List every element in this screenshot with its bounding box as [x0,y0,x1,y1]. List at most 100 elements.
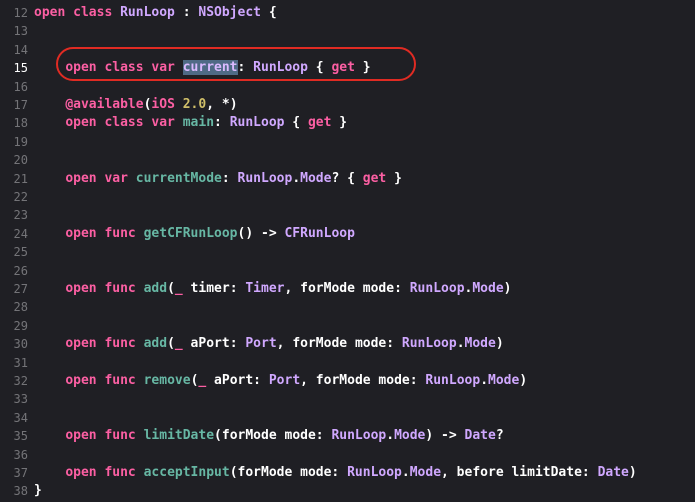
code-line[interactable]: 16 [0,78,695,96]
code-line[interactable]: 34 [0,409,695,427]
code-line[interactable]: 30 open func add(_ aPort: Port, forMode … [0,335,695,353]
code-token: open func [65,428,144,444]
code-token: Port [268,373,301,388]
code-line[interactable]: 33 [0,390,695,408]
code-text[interactable]: open var currentMode: RunLoop.Mode? { ge… [34,170,402,188]
code-line[interactable]: 22 [0,188,695,206]
code-token: Mode [409,465,442,480]
code-token: Date [597,465,629,480]
code-line[interactable]: 36 [0,446,695,464]
code-line[interactable]: 17 @available(iOS 2.0, *) [0,96,695,114]
code-line[interactable]: 32 open func remove(_ aPort: Port, forMo… [0,372,695,390]
code-token: aPort: [206,373,269,388]
code-text[interactable]: open class var main: RunLoop { get } [34,114,347,132]
line-number: 20 [13,153,28,168]
code-token: get [331,60,355,76]
code-text[interactable]: open func remove(_ aPort: Port, forMode … [34,372,527,390]
code-line[interactable]: 12 open class RunLoop : NSObject { [0,4,695,22]
code-token: NSObject [198,5,261,20]
code-token: } [331,115,348,131]
code-token: { [261,5,277,20]
line-number: 30 [13,337,28,352]
code-line[interactable]: 13 [0,22,695,40]
code-token: . [480,373,489,388]
line-number: 32 [13,374,28,388]
code-line[interactable]: 18 open class var main: RunLoop { get } [0,114,695,132]
code-line[interactable]: 25 [0,243,695,261]
code-token: aPort: [182,336,246,352]
code-token: ) [503,281,512,296]
line-number: 26 [13,263,28,278]
code-token: . [456,336,465,352]
code-token: open class var [65,115,183,131]
code-token: (forMode mode: [214,428,332,444]
code-text[interactable]: open func getCFRunLoop() -> CFRunLoop [34,225,355,243]
code-line[interactable]: 31 [0,354,695,372]
code-token: open func [65,373,144,388]
code-line[interactable]: 19 [0,133,695,151]
code-token: Port [245,336,277,352]
code-line[interactable]: 38} [0,482,695,500]
code-token: , forMode mode: [276,336,402,352]
code-line[interactable]: 20 [0,151,695,169]
code-token: open func [65,465,144,480]
code-text[interactable]: open class RunLoop : NSObject { [34,4,277,22]
code-token: { [284,115,308,131]
code-token: RunLoop [347,465,402,480]
code-line[interactable]: 15 open class var current: RunLoop { get… [0,59,695,77]
code-token: main [182,115,215,131]
code-token: ) -> [425,428,465,444]
code-token: , forMode mode: [284,281,410,296]
code-token: Date [464,428,496,444]
line-number: 22 [13,190,28,204]
code-token: open func [65,336,144,352]
code-token: get [362,170,387,186]
code-text[interactable]: open func acceptInput(forMode mode: RunL… [34,464,636,482]
code-token: , *) [206,97,238,112]
line-number: 25 [13,245,28,260]
code-token: open func [65,225,144,241]
line-number: 31 [13,355,28,370]
code-token: RunLoop [237,170,293,186]
code-line[interactable]: 26 [0,262,695,280]
code-text[interactable]: open func add(_ aPort: Port, forMode mod… [34,335,504,353]
code-line[interactable]: 27 open func add(_ timer: Timer, forMode… [0,280,695,298]
code-text[interactable]: open class var current: RunLoop { get } [34,59,371,77]
code-token: open var [65,170,136,186]
code-token: remove [143,373,191,388]
code-text[interactable]: open func add(_ timer: Timer, forMode mo… [34,280,512,298]
code-token: CFRunLoop [284,225,355,241]
code-token: RunLoop [425,373,481,388]
code-line[interactable]: 37 open func acceptInput(forMode mode: R… [0,464,695,482]
code-token: } [34,483,42,499]
code-token: RunLoop [229,115,285,131]
code-line[interactable]: 23 [0,206,695,224]
code-token: RunLoop [120,5,175,20]
code-token: ) [495,336,504,352]
code-line[interactable]: 21 open var currentMode: RunLoop.Mode? {… [0,170,695,188]
code-token: : [214,115,230,131]
code-token: (forMode mode: [229,465,348,480]
code-editor[interactable]: 12 open class RunLoop : NSObject {13 14 15 … [0,0,695,502]
line-number: 36 [13,447,28,462]
code-token: ) [519,373,528,388]
line-number: 33 [13,392,28,407]
code-text[interactable]: @available(iOS 2.0, *) [34,96,238,114]
line-number: 23 [13,208,28,223]
code-line[interactable]: 28 [0,298,695,316]
code-line[interactable]: 24 open func getCFRunLoop() -> CFRunLoop [0,225,695,243]
line-number: 37 [13,466,28,480]
code-line[interactable]: 35 open func limitDate(forMode mode: Run… [0,427,695,445]
code-text[interactable]: } [34,482,42,500]
line-number: 24 [13,226,28,241]
code-text[interactable]: open func limitDate(forMode mode: RunLoo… [34,427,503,445]
code-token: get [307,115,332,131]
code-line[interactable]: 14 [0,41,695,59]
code-line[interactable]: 29 [0,317,695,335]
code-token: Mode [300,170,332,186]
